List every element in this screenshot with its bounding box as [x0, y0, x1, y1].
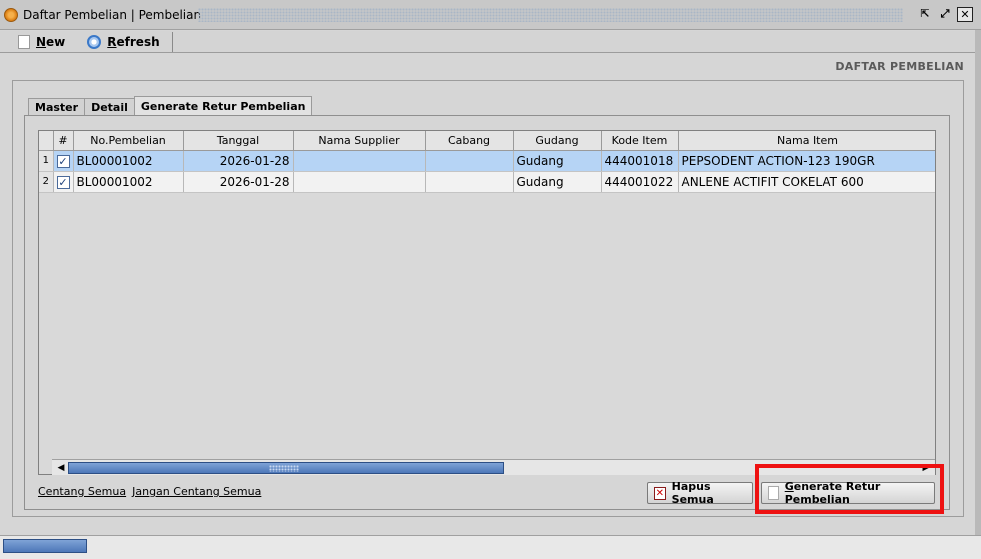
- column-header-no-pembelian[interactable]: No.Pembelian: [73, 131, 184, 151]
- purchase-table: # No.Pembelian Tanggal Nama Supplier Cab…: [38, 130, 936, 475]
- status-progress: [3, 539, 87, 553]
- maximize-icon[interactable]: ⤢: [937, 7, 953, 22]
- row-number: 1: [39, 150, 54, 172]
- table-row[interactable]: 2 ✓ BL00001002 2026-01-28 Gudang 4440010…: [39, 171, 935, 193]
- document-icon: [18, 34, 30, 49]
- close-icon[interactable]: ✕: [957, 7, 973, 22]
- page-title: DAFTAR PEMBELIAN: [835, 60, 964, 73]
- tab-detail[interactable]: Detail: [84, 98, 135, 116]
- tab-generate-retur[interactable]: Generate Retur Pembelian: [133, 96, 313, 116]
- row-number-header: [39, 131, 54, 151]
- scroll-left-icon[interactable]: ◀: [54, 462, 68, 474]
- window-title-bar: Daftar Pembelian | Pembelian ⇱ ⤢ ✕: [0, 0, 981, 30]
- cell-cabang[interactable]: [425, 150, 514, 172]
- tab-master[interactable]: Master: [28, 98, 86, 116]
- cell-no-pembelian[interactable]: BL00001002: [73, 150, 184, 172]
- refresh-label: Refresh: [107, 34, 160, 49]
- check-icon: ✓: [56, 154, 70, 168]
- delete-icon: ✕: [654, 486, 666, 500]
- cell-kode-item[interactable]: 444001018: [601, 150, 679, 172]
- cell-nama-item[interactable]: PEPSODENT ACTION-123 190GR: [678, 150, 935, 172]
- cell-gudang[interactable]: Gudang: [513, 171, 602, 193]
- new-button[interactable]: New: [0, 31, 71, 53]
- toolbar: New Refresh: [0, 31, 981, 53]
- column-header-check[interactable]: #: [53, 131, 74, 151]
- cell-tanggal[interactable]: 2026-01-28: [183, 171, 294, 193]
- toolbar-separator: [171, 31, 173, 52]
- window-right-edge: [975, 30, 981, 535]
- table-header-row: # No.Pembelian Tanggal Nama Supplier Cab…: [39, 131, 935, 151]
- restore-icon[interactable]: ⇱: [917, 7, 933, 22]
- window-title: Daftar Pembelian | Pembelian: [23, 7, 202, 22]
- refresh-icon: [87, 34, 102, 49]
- cell-tanggal[interactable]: 2026-01-28: [183, 150, 294, 172]
- new-label: New: [36, 34, 66, 49]
- highlight-box: [755, 464, 944, 514]
- column-header-nama-supplier[interactable]: Nama Supplier: [293, 131, 426, 151]
- scrollbar-thumb[interactable]: [68, 462, 504, 474]
- cell-cabang[interactable]: [425, 171, 514, 193]
- cell-kode-item[interactable]: 444001022: [601, 171, 679, 193]
- title-bar-pattern: [198, 8, 903, 22]
- column-header-kode-item[interactable]: Kode Item: [601, 131, 679, 151]
- status-bar: [0, 535, 981, 559]
- row-number: 2: [39, 171, 54, 193]
- cell-nama-supplier[interactable]: [293, 150, 426, 172]
- column-header-tanggal[interactable]: Tanggal: [183, 131, 294, 151]
- check-icon: ✓: [56, 175, 70, 189]
- hapus-semua-label: Hapus Semua: [671, 480, 714, 506]
- tab-strip: Master Detail Generate Retur Pembelian: [28, 96, 313, 116]
- table-row[interactable]: 1 ✓ BL00001002 2026-01-28 Gudang 4440010…: [39, 150, 935, 172]
- cell-nama-supplier[interactable]: [293, 171, 426, 193]
- thumb-grip: [269, 465, 299, 472]
- hapus-semua-button[interactable]: ✕ Hapus Semua: [647, 480, 753, 506]
- row-checkbox[interactable]: ✓: [53, 171, 74, 193]
- refresh-button[interactable]: Refresh: [71, 31, 165, 53]
- check-all-link[interactable]: Centang Semua: [38, 485, 126, 498]
- app-icon: [4, 7, 18, 22]
- column-header-gudang[interactable]: Gudang: [513, 131, 602, 151]
- cell-no-pembelian[interactable]: BL00001002: [73, 171, 184, 193]
- uncheck-all-link[interactable]: Jangan Centang Semua: [132, 485, 261, 498]
- cell-nama-item[interactable]: ANLENE ACTIFIT COKELAT 600: [678, 171, 935, 193]
- column-header-nama-item[interactable]: Nama Item: [678, 131, 935, 151]
- column-header-cabang[interactable]: Cabang: [425, 131, 514, 151]
- selection-links: Centang Semua Jangan Centang Semua: [38, 485, 261, 498]
- cell-gudang[interactable]: Gudang: [513, 150, 602, 172]
- row-checkbox[interactable]: ✓: [53, 150, 74, 172]
